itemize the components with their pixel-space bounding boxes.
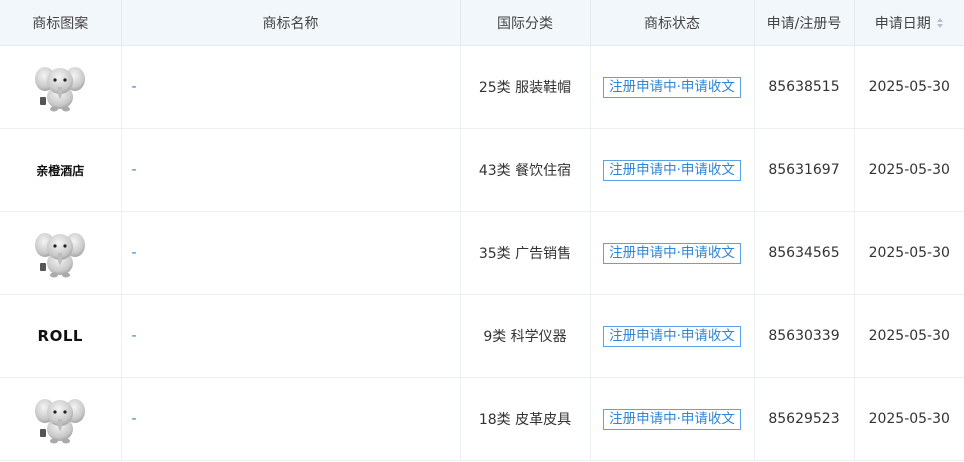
trademark-class: 35类 广告销售 (460, 211, 591, 295)
trademark-logo-text: ROLL (37, 327, 83, 345)
trademark-class: 9类 科学仪器 (460, 294, 591, 378)
header-name: 商标名称 (121, 0, 461, 46)
trademark-regno: 85634565 (754, 211, 855, 295)
trademark-class: 25类 服装鞋帽 (460, 45, 591, 129)
header-date-label: 申请日期 (874, 15, 931, 32)
sort-caret-icon[interactable] (936, 17, 944, 29)
table-row[interactable]: ROLL -9类 科学仪器 注册申请中·申请收文 85630339 2025-05-30 (0, 294, 964, 378)
elephant-mascot-icon (35, 67, 86, 112)
trademark-name[interactable]: - (121, 45, 461, 129)
table-body: -25类 服装鞋帽 注册申请中·申请收文 85638515 2025-05-30 亲橙酒… (0, 45, 964, 461)
trademark-date: 2025-05-30 (854, 211, 964, 295)
header-status: 商标状态 (590, 0, 755, 46)
header-logo: 商标图案 (0, 0, 122, 46)
elephant-mascot-icon (35, 233, 86, 278)
trademark-logo-cell[interactable] (0, 377, 122, 461)
trademark-class: 43类 餐饮住宿 (460, 128, 591, 212)
header-class: 国际分类 (460, 0, 591, 46)
status-badge: 注册申请中·申请收文 (603, 242, 741, 264)
status-badge: 注册申请中·申请收文 (603, 408, 741, 430)
trademark-date: 2025-05-30 (854, 45, 964, 129)
trademark-regno: 85631697 (754, 128, 855, 212)
trademark-table: 商标图案 商标名称 国际分类 商标状态 申请/注册号 申请日期 - 25类 服装… (0, 0, 964, 461)
trademark-name[interactable]: - (121, 377, 461, 461)
trademark-name[interactable]: - (121, 211, 461, 295)
trademark-logo-cell[interactable]: ROLL (0, 294, 122, 378)
status-badge: 注册申请中·申请收文 (603, 76, 741, 98)
table-header: 商标图案 商标名称 国际分类 商标状态 申请/注册号 申请日期 (0, 0, 964, 46)
trademark-date: 2025-05-30 (854, 128, 964, 212)
trademark-logo-text: 亲橙酒店 (36, 163, 85, 178)
trademark-class: 18类 皮革皮具 (460, 377, 591, 461)
elephant-mascot-icon (35, 399, 86, 444)
trademark-status-cell: 注册申请中·申请收文 (590, 211, 755, 295)
table-row[interactable]: -25类 服装鞋帽 注册申请中·申请收文 85638515 2025-05-30 (0, 45, 964, 129)
trademark-logo-cell[interactable]: 亲橙酒店 (0, 128, 122, 212)
trademark-regno: 85630339 (754, 294, 855, 378)
trademark-status-cell: 注册申请中·申请收文 (590, 45, 755, 129)
header-row: 商标图案 商标名称 国际分类 商标状态 申请/注册号 申请日期 (0, 0, 964, 46)
table-row[interactable]: 亲橙酒店 -43类 餐饮住宿 注册申请中·申请收文 85631697 2025-05-3… (0, 128, 964, 212)
table-row[interactable]: -35类 广告销售 注册申请中·申请收文 85634565 2025-05-30 (0, 211, 964, 295)
trademark-status-cell: 注册申请中·申请收文 (590, 294, 755, 378)
trademark-date: 2025-05-30 (854, 377, 964, 461)
header-regno: 申请/注册号 (754, 0, 855, 46)
trademark-regno: 85629523 (754, 377, 855, 461)
status-badge: 注册申请中·申请收文 (603, 159, 741, 181)
trademark-status-cell: 注册申请中·申请收文 (590, 128, 755, 212)
trademark-status-cell: 注册申请中·申请收文 (590, 377, 755, 461)
header-date-sortable[interactable]: 申请日期 (854, 0, 964, 46)
trademark-regno: 85638515 (754, 45, 855, 129)
trademark-name[interactable]: - (121, 128, 461, 212)
trademark-date: 2025-05-30 (854, 294, 964, 378)
table-row[interactable]: -18类 皮革皮具 注册申请中·申请收文 85629523 2025-05-30 (0, 377, 964, 461)
status-badge: 注册申请中·申请收文 (603, 325, 741, 347)
trademark-name[interactable]: - (121, 294, 461, 378)
trademark-logo-cell[interactable] (0, 45, 122, 129)
trademark-logo-cell[interactable] (0, 211, 122, 295)
